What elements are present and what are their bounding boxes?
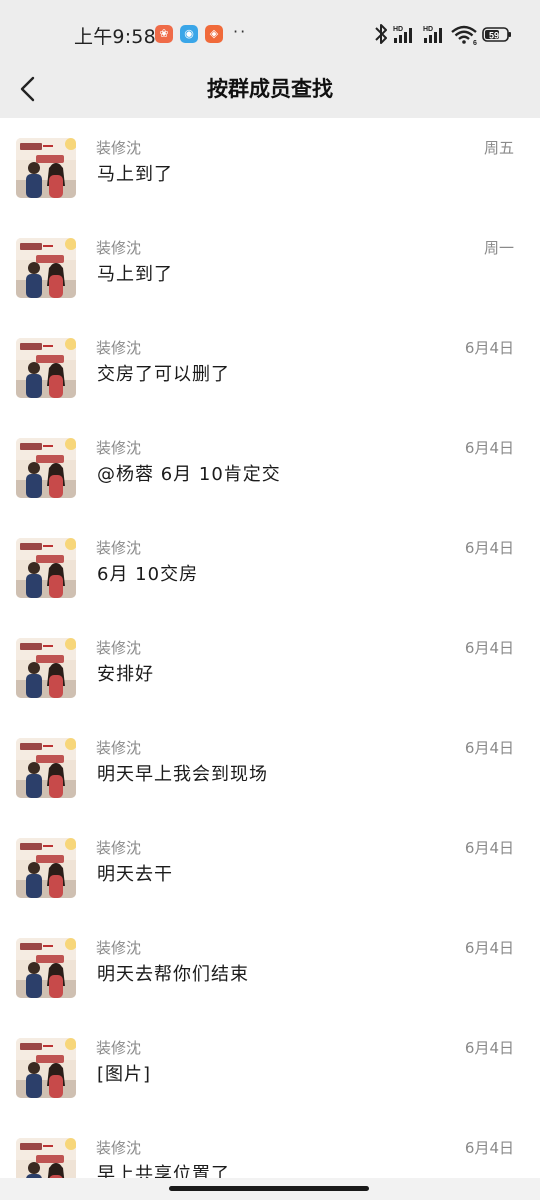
message-sender: 装修沈 bbox=[96, 639, 142, 657]
message-text: 马上到了 bbox=[97, 264, 173, 285]
avatar[interactable] bbox=[16, 1038, 76, 1098]
message-row[interactable]: 装修沈 交房了可以删了 6月4日 bbox=[0, 318, 540, 418]
message-sender: 装修沈 bbox=[96, 239, 142, 257]
message-date: 周一 bbox=[483, 239, 514, 257]
signal-icon-1: HD bbox=[393, 26, 412, 43]
message-row[interactable]: 装修沈 马上到了 周五 bbox=[0, 118, 540, 218]
avatar-photo-icon bbox=[16, 238, 76, 298]
avatar[interactable] bbox=[16, 138, 76, 198]
message-date: 6月4日 bbox=[464, 539, 514, 557]
message-row[interactable]: 装修沈 明天去干 6月4日 bbox=[0, 818, 540, 918]
message-row[interactable]: 装修沈 [图片] 6月4日 bbox=[0, 1018, 540, 1118]
avatar-photo-icon bbox=[16, 438, 76, 498]
message-sender: 装修沈 bbox=[96, 1039, 142, 1057]
message-list[interactable]: 装修沈 马上到了 周五 装修沈 马上到了 周一 装修沈 交房了可以删了 6月4日 bbox=[0, 118, 540, 1178]
message-date: 6月4日 bbox=[464, 939, 514, 957]
message-date: 6月4日 bbox=[464, 739, 514, 757]
avatar-photo-icon bbox=[16, 1138, 76, 1178]
message-text: [图片] bbox=[97, 1064, 152, 1085]
avatar-photo-icon bbox=[16, 138, 76, 198]
home-indicator[interactable] bbox=[169, 1186, 369, 1191]
avatar[interactable] bbox=[16, 238, 76, 298]
avatar-photo-icon bbox=[16, 1038, 76, 1098]
message-row[interactable]: 装修沈 早上共享位置了 6月4日 bbox=[0, 1118, 540, 1178]
avatar-photo-icon bbox=[16, 938, 76, 998]
status-time: 上午9:58 bbox=[74, 26, 156, 48]
svg-text:HD: HD bbox=[393, 26, 403, 33]
message-sender: 装修沈 bbox=[96, 539, 142, 557]
message-text: 安排好 bbox=[97, 664, 154, 685]
status-indicators: HD HD 6 59 bbox=[372, 22, 512, 47]
message-sender: 装修沈 bbox=[96, 139, 142, 157]
svg-text:6: 6 bbox=[473, 40, 477, 46]
message-date: 6月4日 bbox=[464, 1039, 514, 1057]
message-row[interactable]: 装修沈 马上到了 周一 bbox=[0, 218, 540, 318]
taobao-app-icon: ◈ bbox=[205, 25, 223, 43]
message-sender: 装修沈 bbox=[96, 439, 142, 457]
message-date: 周五 bbox=[483, 139, 514, 157]
status-bar: 上午9:58 ❀ ◉ ◈ ·· HD HD 6 59 bbox=[0, 0, 540, 62]
baidu-app-icon: ❀ bbox=[155, 25, 173, 43]
header-bar: 按群成员查找 bbox=[0, 62, 540, 118]
message-text: 马上到了 bbox=[97, 164, 173, 185]
avatar[interactable] bbox=[16, 438, 76, 498]
avatar[interactable] bbox=[16, 338, 76, 398]
gesture-bar bbox=[0, 1178, 540, 1200]
avatar-photo-icon bbox=[16, 738, 76, 798]
message-date: 6月4日 bbox=[464, 639, 514, 657]
status-icons-svg: HD HD 6 59 bbox=[375, 24, 511, 47]
avatar[interactable] bbox=[16, 638, 76, 698]
message-sender: 装修沈 bbox=[96, 839, 142, 857]
message-sender: 装修沈 bbox=[96, 1139, 142, 1157]
avatar-photo-icon bbox=[16, 338, 76, 398]
message-sender: 装修沈 bbox=[96, 339, 142, 357]
page-title: 按群成员查找 bbox=[207, 77, 333, 101]
message-date: 6月4日 bbox=[464, 839, 514, 857]
message-text: 早上共享位置了 bbox=[97, 1164, 230, 1178]
message-row[interactable]: 装修沈 明天早上我会到现场 6月4日 bbox=[0, 718, 540, 818]
avatar[interactable] bbox=[16, 938, 76, 998]
message-row[interactable]: 装修沈 明天去帮你们结束 6月4日 bbox=[0, 918, 540, 1018]
bluetooth-icon bbox=[375, 24, 387, 44]
message-sender: 装修沈 bbox=[96, 939, 142, 957]
message-text: 明天去帮你们结束 bbox=[97, 964, 249, 985]
message-app-icon: ◉ bbox=[180, 25, 198, 43]
more-notifications-dots: ·· bbox=[233, 22, 248, 41]
svg-text:59: 59 bbox=[489, 31, 499, 41]
avatar[interactable] bbox=[16, 538, 76, 598]
message-sender: 装修沈 bbox=[96, 739, 142, 757]
message-row[interactable]: 装修沈 @杨蓉 6月 10肯定交 6月4日 bbox=[0, 418, 540, 518]
message-date: 6月4日 bbox=[464, 339, 514, 357]
avatar[interactable] bbox=[16, 738, 76, 798]
avatar-photo-icon bbox=[16, 638, 76, 698]
message-row[interactable]: 装修沈 6月 10交房 6月4日 bbox=[0, 518, 540, 618]
svg-text:HD: HD bbox=[423, 26, 433, 33]
avatar-photo-icon bbox=[16, 538, 76, 598]
message-date: 6月4日 bbox=[464, 439, 514, 457]
message-text: 6月 10交房 bbox=[97, 564, 199, 585]
message-text: 明天去干 bbox=[97, 864, 173, 885]
avatar[interactable] bbox=[16, 1138, 76, 1178]
message-text: @杨蓉 6月 10肯定交 bbox=[97, 464, 281, 485]
avatar-photo-icon bbox=[16, 838, 76, 898]
message-text: 交房了可以删了 bbox=[97, 364, 230, 385]
message-row[interactable]: 装修沈 安排好 6月4日 bbox=[0, 618, 540, 718]
battery-icon: 59 bbox=[482, 27, 511, 42]
message-date: 6月4日 bbox=[464, 1139, 514, 1157]
wifi-icon: 6 bbox=[451, 25, 477, 47]
message-text: 明天早上我会到现场 bbox=[97, 764, 268, 785]
avatar[interactable] bbox=[16, 838, 76, 898]
signal-icon-2: HD bbox=[423, 26, 442, 43]
